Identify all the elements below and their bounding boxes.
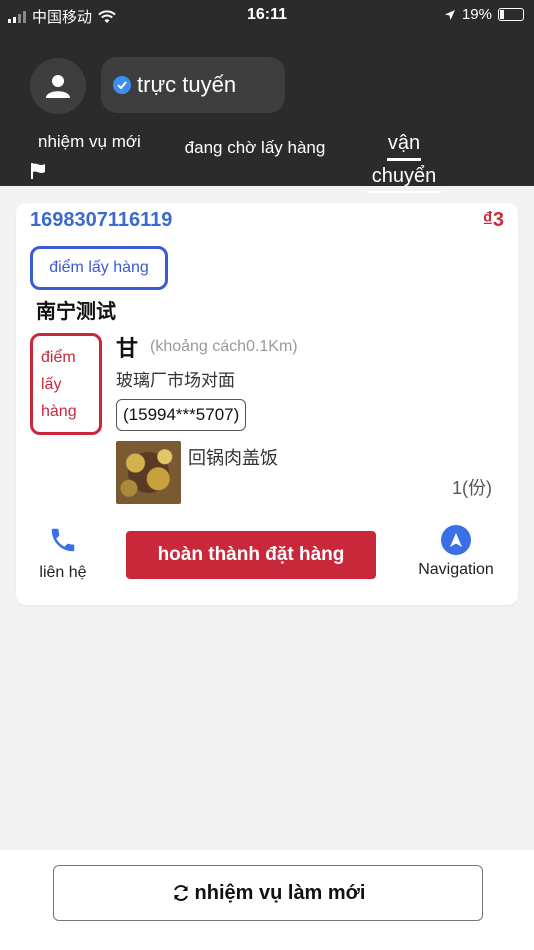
refresh-tasks-button[interactable]: nhiệm vụ làm mới [53, 865, 483, 921]
complete-order-button[interactable]: hoàn thành đặt hàng [126, 531, 376, 579]
tab-awaiting-pickup-label: đang chờ lấy hàng [184, 138, 326, 157]
contact-button[interactable]: liên hệ [32, 525, 94, 582]
phone-icon [51, 528, 75, 552]
pickup-point-badge: điểm lấy hàng [30, 246, 168, 290]
tab-shipping-label-line2: chuyển [371, 165, 437, 187]
customer-name: 甘 [116, 336, 139, 361]
order-price: ₫3 [482, 209, 504, 231]
navigation-icon [441, 525, 471, 555]
customer-phone[interactable]: (15994***5707) [116, 399, 247, 431]
delivery-label-line: điểm [41, 349, 76, 366]
tab-new-tasks-label: nhiệm vụ mới [38, 132, 141, 151]
distance-text: (khoảng cách0.1Km) [150, 338, 298, 355]
tab-shipping[interactable]: vận chuyển [362, 128, 446, 193]
online-status-label: trực tuyến [137, 72, 237, 97]
status-bar: 中国移动 16:11 19% [0, 0, 534, 30]
check-circle-icon [113, 76, 131, 94]
order-card[interactable]: 1698307116119 ₫3 điểm lấy hàng 南宁测试 điểm… [16, 203, 518, 605]
order-id: 1698307116119 [30, 209, 173, 231]
top-header: 中国移动 16:11 19% trực tuyến nhiệm vụ mới đ… [0, 0, 534, 193]
tab-active-underline [367, 191, 441, 193]
delivery-address: 玻璃厂市场对面 [116, 371, 235, 390]
user-icon [46, 75, 70, 98]
location-arrow-icon [444, 9, 455, 20]
food-item-name: 回锅肉盖饭 [188, 448, 278, 468]
refresh-icon [173, 885, 188, 901]
flag-icon [31, 163, 45, 179]
delivery-point-badge: điểm lấy hàng [30, 333, 102, 435]
user-avatar-button[interactable] [30, 58, 86, 114]
tab-shipping-label-line1: vận [387, 132, 421, 154]
delivery-label-line: hàng [41, 403, 77, 420]
pickup-point-label: điểm lấy hàng [49, 259, 149, 276]
online-status-toggle[interactable]: trực tuyến [101, 57, 285, 113]
tab-awaiting-pickup[interactable]: đang chờ lấy hàng [180, 132, 330, 164]
navigation-button[interactable]: Navigation [406, 525, 506, 579]
battery-icon [498, 8, 524, 21]
bottom-bar: nhiệm vụ làm mới [0, 850, 534, 950]
battery-percent: 19% [461, 6, 492, 23]
food-thumbnail [116, 441, 181, 504]
contact-label: liên hệ [39, 564, 87, 581]
store-name: 南宁测试 [36, 301, 116, 323]
navigation-label: Navigation [418, 561, 494, 578]
tab-new-tasks[interactable]: nhiệm vụ mới [38, 132, 141, 152]
status-right: 19% [444, 6, 524, 23]
food-item-quantity: 1(份) [452, 478, 492, 498]
delivery-label-line: lấy [41, 376, 62, 393]
refresh-tasks-label: nhiệm vụ làm mới [194, 881, 366, 904]
